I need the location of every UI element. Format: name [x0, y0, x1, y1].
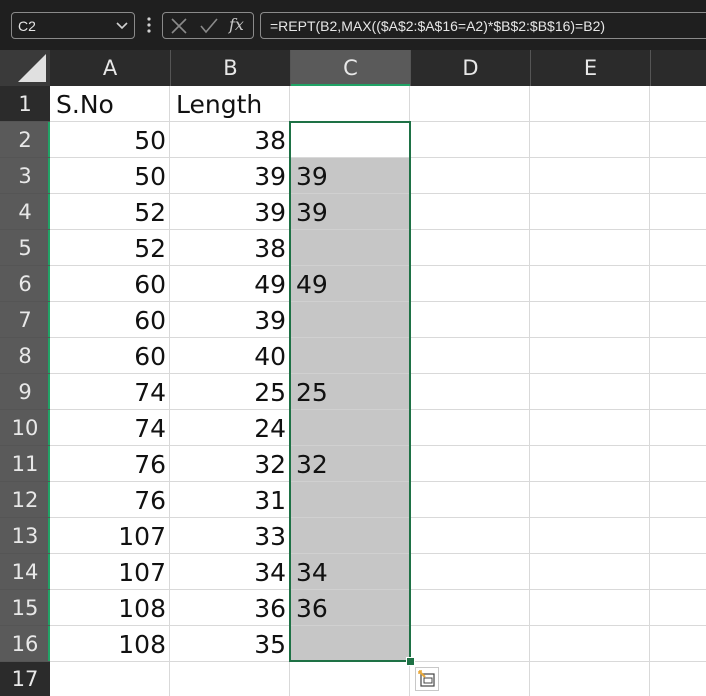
row-header[interactable]: 13 — [0, 518, 50, 554]
formula-text: =REPT(B2,MAX(($A$2:$A$16=A2)*$B$2:$B$16)… — [270, 18, 606, 34]
row-header[interactable]: 16 — [0, 626, 50, 662]
formula-buttons: fx — [162, 12, 254, 39]
cell-a16[interactable]: 108 — [51, 626, 171, 662]
cell-b2[interactable]: 38 — [171, 122, 291, 158]
row-header[interactable]: 7 — [0, 302, 50, 338]
select-all-button[interactable] — [0, 50, 50, 86]
row-header[interactable]: 10 — [0, 410, 50, 446]
cell-a6[interactable]: 60 — [51, 266, 171, 302]
formula-input[interactable]: =REPT(B2,MAX(($A$2:$A$16=A2)*$B$2:$B$16)… — [260, 12, 706, 39]
cell-a11[interactable]: 76 — [51, 446, 171, 482]
cell-b7[interactable]: 39 — [171, 302, 291, 338]
cell-b12[interactable]: 31 — [171, 482, 291, 518]
selection-border — [289, 121, 411, 662]
cell-a7[interactable]: 60 — [51, 302, 171, 338]
formula-bar-area: C2 fx =REPT(B2,MAX(($A$2:$A$16=A2)*$B$2:… — [0, 0, 706, 50]
cell-a5[interactable]: 52 — [51, 230, 171, 266]
close-icon[interactable] — [170, 17, 188, 35]
vertical-dots-icon[interactable] — [146, 16, 152, 34]
cell-b3[interactable]: 39 — [171, 158, 291, 194]
row-header[interactable]: 2 — [0, 122, 50, 158]
cell-a2[interactable]: 50 — [51, 122, 171, 158]
fx-icon[interactable]: fx — [229, 15, 244, 34]
fill-handle[interactable] — [406, 657, 415, 666]
cell-a8[interactable]: 60 — [51, 338, 171, 374]
row-header[interactable]: 1 — [0, 86, 50, 122]
cell-b1[interactable]: Length — [171, 86, 291, 122]
quick-analysis-glyph-icon — [418, 670, 435, 687]
row-header[interactable]: 5 — [0, 230, 50, 266]
cell-a9[interactable]: 74 — [51, 374, 171, 410]
column-header-partial[interactable] — [651, 50, 706, 86]
cell-a10[interactable]: 74 — [51, 410, 171, 446]
column-header-d[interactable]: D — [411, 50, 531, 86]
cell-b16[interactable]: 35 — [171, 626, 291, 662]
cell-b10[interactable]: 24 — [171, 410, 291, 446]
cell-b8[interactable]: 40 — [171, 338, 291, 374]
row-header[interactable]: 6 — [0, 266, 50, 302]
chevron-down-icon[interactable] — [114, 17, 130, 33]
cell-b4[interactable]: 39 — [171, 194, 291, 230]
cell-b13[interactable]: 33 — [171, 518, 291, 554]
row-header[interactable]: 12 — [0, 482, 50, 518]
column-header-e[interactable]: E — [531, 50, 651, 86]
row-header[interactable]: 17 — [0, 662, 50, 696]
select-all-triangle-icon — [18, 54, 46, 82]
row-header[interactable]: 14 — [0, 554, 50, 590]
cell-a3[interactable]: 50 — [51, 158, 171, 194]
cell-a1[interactable]: S.No — [51, 86, 171, 122]
column-header-c[interactable]: C — [291, 50, 411, 86]
row-header[interactable]: 11 — [0, 446, 50, 482]
check-icon[interactable] — [199, 17, 219, 35]
row-header[interactable]: 15 — [0, 590, 50, 626]
cell-b6[interactable]: 49 — [171, 266, 291, 302]
row-header[interactable]: 8 — [0, 338, 50, 374]
name-box-value: C2 — [18, 18, 36, 34]
cell-b15[interactable]: 36 — [171, 590, 291, 626]
column-header-b[interactable]: B — [171, 50, 291, 86]
quick-analysis-icon[interactable] — [415, 667, 439, 691]
cell-a13[interactable]: 107 — [51, 518, 171, 554]
cell-b14[interactable]: 34 — [171, 554, 291, 590]
cell-a15[interactable]: 108 — [51, 590, 171, 626]
cell-b11[interactable]: 32 — [171, 446, 291, 482]
row-header[interactable]: 9 — [0, 374, 50, 410]
cell-a12[interactable]: 76 — [51, 482, 171, 518]
cell-b9[interactable]: 25 — [171, 374, 291, 410]
cell-a4[interactable]: 52 — [51, 194, 171, 230]
row-header[interactable]: 3 — [0, 158, 50, 194]
cell-a14[interactable]: 107 — [51, 554, 171, 590]
cell-b5[interactable]: 38 — [171, 230, 291, 266]
column-header-a[interactable]: A — [50, 50, 171, 86]
row-header[interactable]: 4 — [0, 194, 50, 230]
name-box[interactable]: C2 — [11, 12, 135, 39]
